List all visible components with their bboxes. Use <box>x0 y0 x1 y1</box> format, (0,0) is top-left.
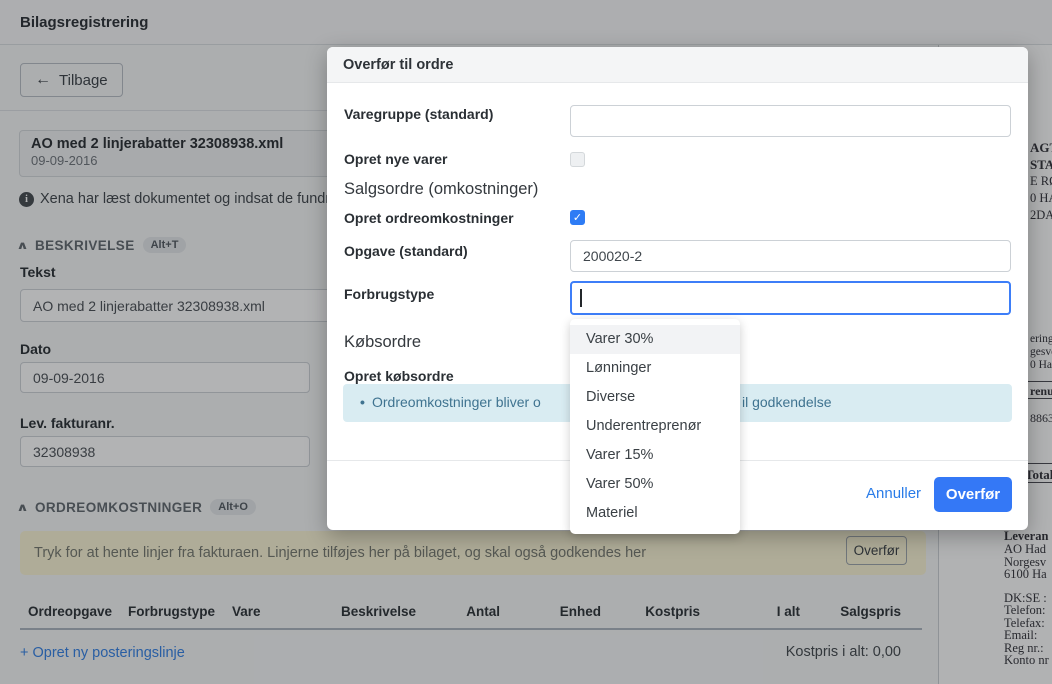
modal-title: Overfør til ordre <box>327 57 453 73</box>
opret-nye-varer-checkbox[interactable] <box>570 152 585 167</box>
info-alert-text-right: il godkendelse <box>742 394 832 410</box>
opgave-value: 200020-2 <box>583 248 642 264</box>
opret-nye-varer-label: Opret nye varer <box>344 151 448 167</box>
opret-kobsordre-label: Opret købsordre <box>344 368 454 384</box>
varegruppe-input[interactable] <box>570 105 1011 137</box>
opret-ordreomkostninger-checkbox[interactable] <box>570 210 585 225</box>
dropdown-item-varer-50[interactable]: Varer 50% <box>570 470 740 499</box>
text-caret <box>580 289 582 307</box>
kobsordre-heading: Købsordre <box>344 333 421 352</box>
dropdown-item-lonninger[interactable]: Lønninger <box>570 354 740 383</box>
modal-header: Overfør til ordre <box>327 47 1028 83</box>
dropdown-item-varer-15[interactable]: Varer 15% <box>570 441 740 470</box>
opret-ordreomkostninger-label: Opret ordreomkostninger <box>344 210 514 226</box>
opgave-input[interactable]: 200020-2 <box>570 240 1011 272</box>
opgave-label: Opgave (standard) <box>344 243 468 259</box>
dropdown-item-materiel[interactable]: Materiel <box>570 499 740 528</box>
forbrugstype-label: Forbrugstype <box>344 286 434 302</box>
bullet: • <box>360 394 365 410</box>
submit-overfor-button[interactable]: Overfør <box>934 477 1012 512</box>
dropdown-item-diverse[interactable]: Diverse <box>570 383 740 412</box>
forbrugstype-input[interactable] <box>570 281 1011 315</box>
salgsordre-heading: Salgsordre (omkostninger) <box>344 180 538 199</box>
bilagsregistrering-screen: Bilagsregistrering Tilbage AO med 2 linj… <box>0 0 1052 684</box>
forbrugstype-dropdown: Varer 30% Lønninger Diverse Underentrepr… <box>570 319 740 534</box>
varegruppe-label: Varegruppe (standard) <box>344 106 493 122</box>
cancel-link[interactable]: Annuller <box>866 485 921 502</box>
dropdown-item-varer-30[interactable]: Varer 30% <box>570 325 740 354</box>
dropdown-item-underentreprenor[interactable]: Underentreprenør <box>570 412 740 441</box>
info-alert-text-left: Ordreomkostninger bliver o <box>372 394 541 410</box>
